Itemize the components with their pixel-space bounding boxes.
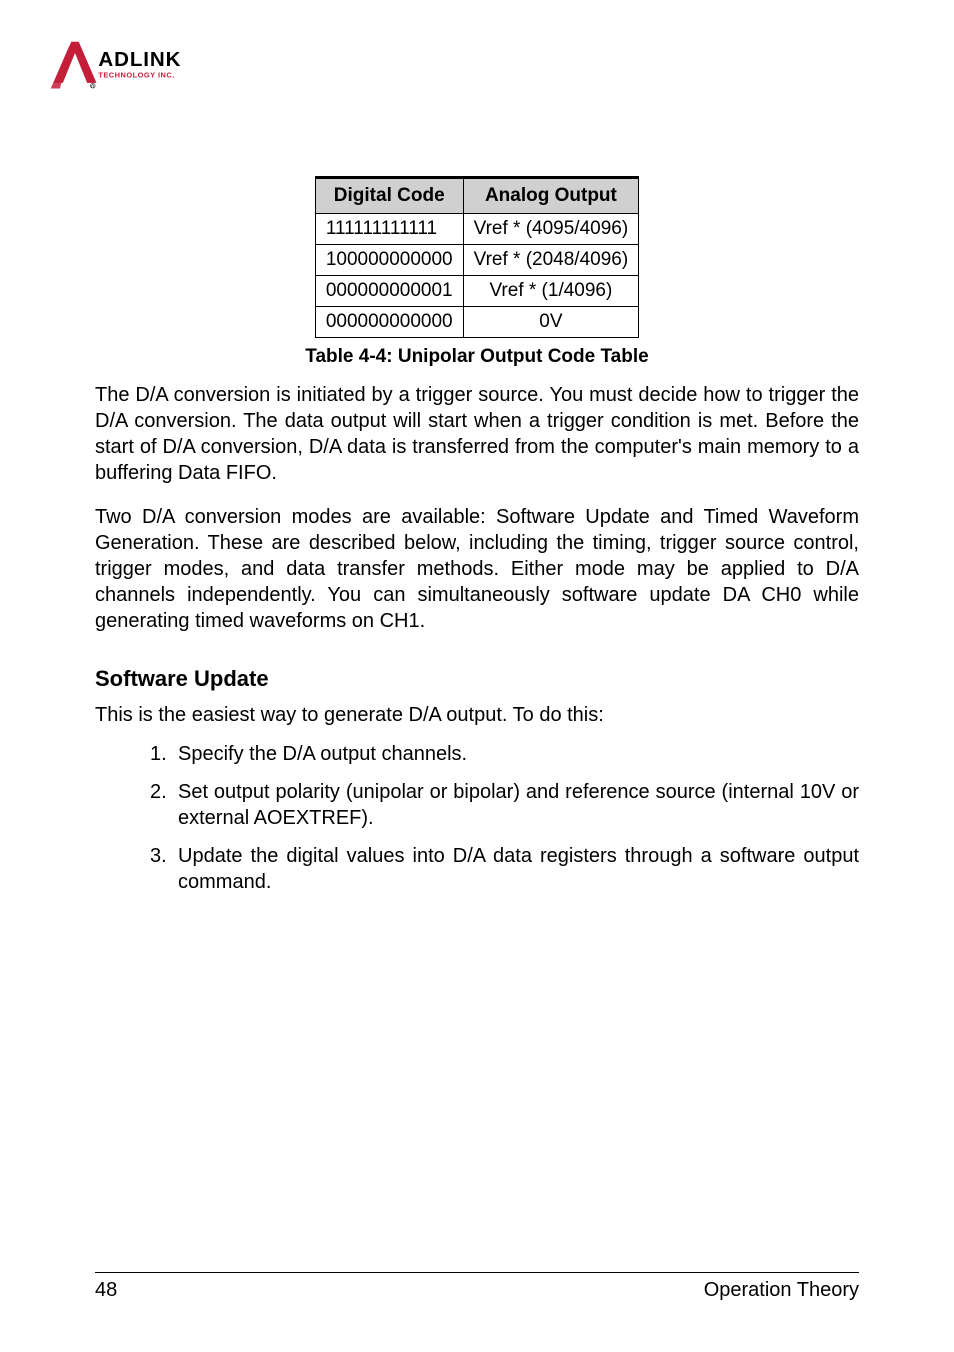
footer-title: Operation Theory (704, 1279, 859, 1302)
cell-digital: 100000000000 (315, 245, 463, 276)
cell-analog: 0V (463, 307, 639, 338)
paragraph-2: Two D/A conversion modes are available: … (95, 504, 859, 634)
cell-analog: Vref * (1/4096) (463, 276, 639, 307)
table-row: 111111111111 Vref * (4095/4096) (315, 214, 638, 245)
adlink-logo: ADLINK TECHNOLOGY INC. R (47, 38, 859, 101)
steps-list: Specify the D/A output channels. Set out… (95, 741, 859, 907)
cell-digital: 000000000000 (315, 307, 463, 338)
step-item: Update the digital values into D/A data … (150, 843, 859, 895)
cell-analog: Vref * (2048/4096) (463, 245, 639, 276)
table-row: 000000000001 Vref * (1/4096) (315, 276, 638, 307)
step-item: Specify the D/A output channels. (150, 741, 859, 767)
cell-digital: 111111111111 (315, 214, 463, 245)
page-number: 48 (95, 1279, 117, 1302)
unipolar-output-code-table: Digital Code Analog Output 111111111111 … (315, 176, 639, 338)
cell-analog: Vref * (4095/4096) (463, 214, 639, 245)
page-footer: 48 Operation Theory (95, 1272, 859, 1302)
svg-text:ADLINK: ADLINK (98, 48, 181, 71)
cell-digital: 000000000001 (315, 276, 463, 307)
table-row: 100000000000 Vref * (2048/4096) (315, 245, 638, 276)
svg-text:TECHNOLOGY INC.: TECHNOLOGY INC. (98, 70, 174, 79)
table-row: 000000000000 0V (315, 307, 638, 338)
step-item: Set output polarity (unipolar or bipolar… (150, 779, 859, 831)
table-header-analog-output: Analog Output (463, 178, 639, 214)
section-software-update-heading: Software Update (95, 666, 859, 692)
table-header-digital-code: Digital Code (315, 178, 463, 214)
section-intro: This is the easiest way to generate D/A … (95, 704, 859, 727)
paragraph-1: The D/A conversion is initiated by a tri… (95, 382, 859, 486)
table-caption: Table 4-4: Unipolar Output Code Table (95, 346, 859, 368)
